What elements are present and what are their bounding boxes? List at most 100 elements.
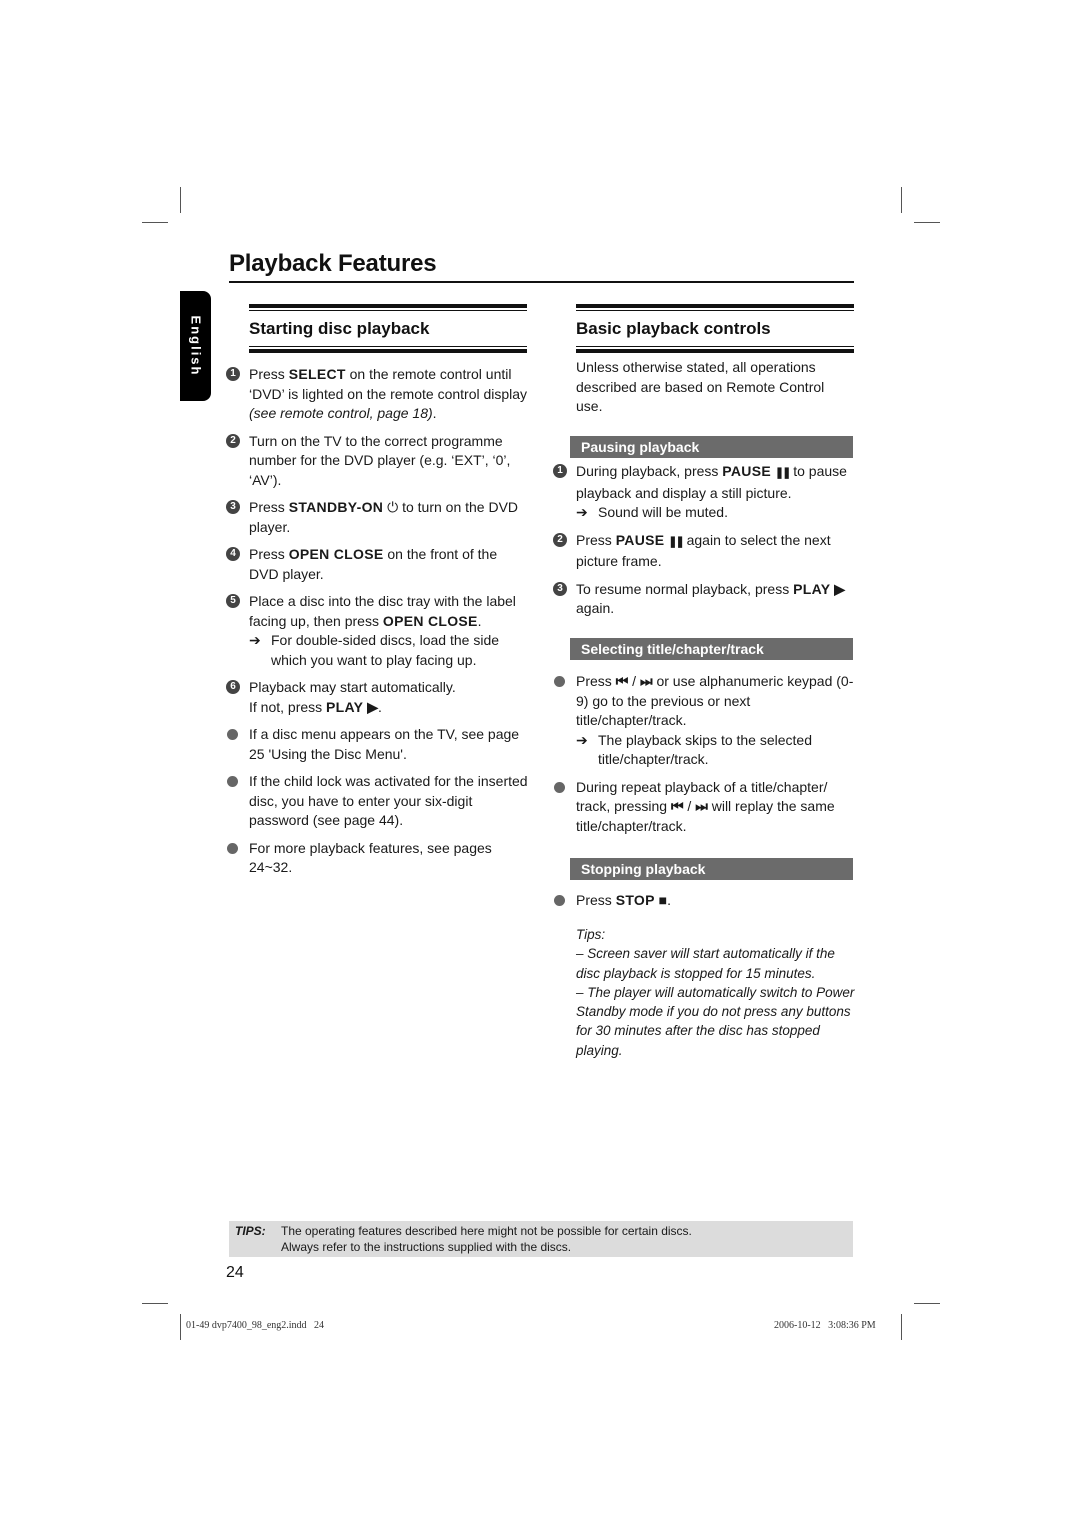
- step-text: Press: [249, 366, 289, 382]
- step-3: 3 Press STANDBY-ON ⏻ to turn on the DVD …: [226, 498, 529, 537]
- section-header-basic: Basic playback controls: [576, 304, 854, 353]
- step-text: Press: [576, 673, 616, 689]
- step-text: To resume normal playback, press: [576, 580, 794, 597]
- slug-timestamp: 2006-10-12 3:08:36 PM: [774, 1320, 876, 1331]
- subsection-stopping: Stopping playback: [570, 858, 853, 880]
- bullet-text: For more playback features, see pages 24…: [249, 839, 492, 876]
- crop-mark: [142, 222, 168, 223]
- subsection-pausing: Pausing playback: [570, 436, 853, 458]
- select-bullet-1: Press ⏮ / ⏭ or use alphanumeric keypad (…: [554, 672, 856, 770]
- stop-bullet: Press STOP ■.: [554, 891, 856, 911]
- key-label: OPEN CLOSE: [288, 546, 384, 562]
- divider: [249, 304, 527, 308]
- divider: [249, 346, 527, 347]
- footer-tips-label: TIPS:: [235, 1224, 266, 1238]
- arrow-right-icon: ➔: [576, 731, 588, 748]
- page-number: 24: [226, 1264, 244, 1281]
- section-title: Starting disc playback: [249, 319, 430, 338]
- key-label: STANDBY-ON: [288, 499, 384, 515]
- step-2: 2 Turn on the TV to the correct programm…: [226, 432, 529, 491]
- bullet-item: For more playback features, see pages 24…: [227, 839, 529, 878]
- key-label: SELECT: [288, 366, 346, 382]
- step-5: 5 Place a disc into the disc tray with t…: [226, 592, 529, 670]
- step-4: 4 Press OPEN CLOSE on the front of the D…: [226, 545, 529, 584]
- crop-mark: [142, 1303, 168, 1304]
- left-column: 1 Press SELECT on the remote control unt…: [226, 365, 529, 886]
- tips-block: Tips: – Screen saver will start automati…: [576, 925, 858, 1060]
- crop-mark: [901, 187, 902, 213]
- page-title: Playback Features: [229, 250, 437, 277]
- key-label: OPEN CLOSE: [382, 612, 478, 629]
- pause-icon: ❚❚: [774, 467, 792, 479]
- pause-step-3: 3 To resume normal playback, press PLAY …: [553, 580, 856, 619]
- bullet-item: If the child lock was activated for the …: [227, 772, 529, 831]
- result-text: For double-sided discs, load the side wh…: [271, 632, 500, 668]
- separator: /: [683, 798, 696, 814]
- divider: [576, 304, 854, 308]
- section-header-starting: Starting disc playback: [249, 304, 527, 353]
- key-label: PLAY: [326, 698, 364, 715]
- bullet-item: If a disc menu appears on the TV, see pa…: [227, 725, 529, 764]
- bullet-icon: [554, 781, 565, 793]
- page-reference: (see remote control, page 18): [249, 405, 433, 421]
- step-result: ➔ For double-sided discs, load the side …: [249, 631, 529, 670]
- tips-label: Tips:: [576, 927, 606, 942]
- section-title: Basic playback controls: [576, 319, 771, 338]
- bullet-text: If the child lock was activated for the …: [249, 773, 528, 828]
- key-label: PAUSE: [722, 463, 771, 479]
- step-1: 1 Press SELECT on the remote control unt…: [226, 365, 529, 424]
- key-label: PAUSE: [615, 531, 665, 548]
- bullet-text: If a disc menu appears on the TV, see pa…: [249, 726, 520, 762]
- step-number-icon: 2: [553, 532, 567, 547]
- divider: [249, 349, 527, 353]
- intro-text: Unless otherwise stated, all operations …: [576, 359, 825, 414]
- crop-mark: [914, 222, 940, 223]
- pausing-steps: 1 During playback, press PAUSE ❚❚ to pau…: [553, 462, 856, 627]
- subsection-selecting: Selecting title/chapter/track: [570, 638, 853, 660]
- step-text: If not, press: [249, 698, 327, 715]
- crop-mark: [901, 1314, 902, 1340]
- step-text: During playback, press: [576, 463, 723, 479]
- stop-icon: ■: [658, 892, 668, 908]
- arrow-right-icon: ➔: [576, 504, 588, 520]
- step-number-icon: 5: [226, 594, 240, 608]
- next-icon: ⏭: [695, 798, 708, 814]
- step-number-icon: 2: [226, 433, 240, 448]
- language-tab: English: [180, 291, 211, 401]
- step-text: Press: [249, 546, 289, 562]
- bullet-icon: [554, 676, 565, 687]
- step-number-icon: 4: [226, 547, 240, 561]
- step-result: ➔ Sound will be muted.: [576, 503, 856, 523]
- step-result: ➔ The playback skips to the selected tit…: [576, 731, 856, 770]
- selecting-bullets: Press ⏮ / ⏭ or use alphanumeric keypad (…: [554, 672, 856, 844]
- stopping-bullets: Press STOP ■.: [554, 891, 856, 919]
- step-text: Playback may start automatically.: [249, 679, 456, 695]
- footer-tips-box: TIPS: The operating features described h…: [229, 1221, 853, 1257]
- step-text: .: [432, 405, 437, 421]
- footer-tips-text: The operating features described here mi…: [281, 1223, 692, 1255]
- power-icon: ⏻: [387, 499, 399, 515]
- divider: [576, 349, 854, 353]
- step-6: 6 Playback may start automatically. If n…: [226, 678, 529, 717]
- play-icon: ▶: [834, 580, 846, 597]
- step-text: Press: [576, 531, 616, 548]
- slug-filename: 01-49 dvp7400_98_eng2.indd 24: [186, 1320, 325, 1331]
- result-text: Sound will be muted.: [598, 504, 728, 520]
- step-text: .: [377, 698, 382, 715]
- step-text: .: [477, 612, 482, 629]
- divider: [576, 310, 854, 311]
- crop-mark: [180, 187, 181, 213]
- footer-tips-line: Always refer to the instructions supplie…: [281, 1240, 572, 1254]
- step-text: again.: [576, 600, 615, 616]
- step-text: Press: [249, 499, 289, 515]
- bullet-icon: [554, 895, 565, 906]
- divider: [249, 310, 527, 311]
- step-number-icon: 3: [226, 500, 240, 514]
- bullet-icon: [227, 776, 238, 787]
- separator: /: [628, 673, 640, 689]
- bullet-icon: [227, 729, 238, 740]
- crop-mark: [180, 1314, 181, 1340]
- pause-step-1: 1 During playback, press PAUSE ❚❚ to pau…: [553, 462, 856, 523]
- step-number-icon: 3: [553, 581, 567, 596]
- result-text: The playback skips to the selected title…: [598, 731, 813, 768]
